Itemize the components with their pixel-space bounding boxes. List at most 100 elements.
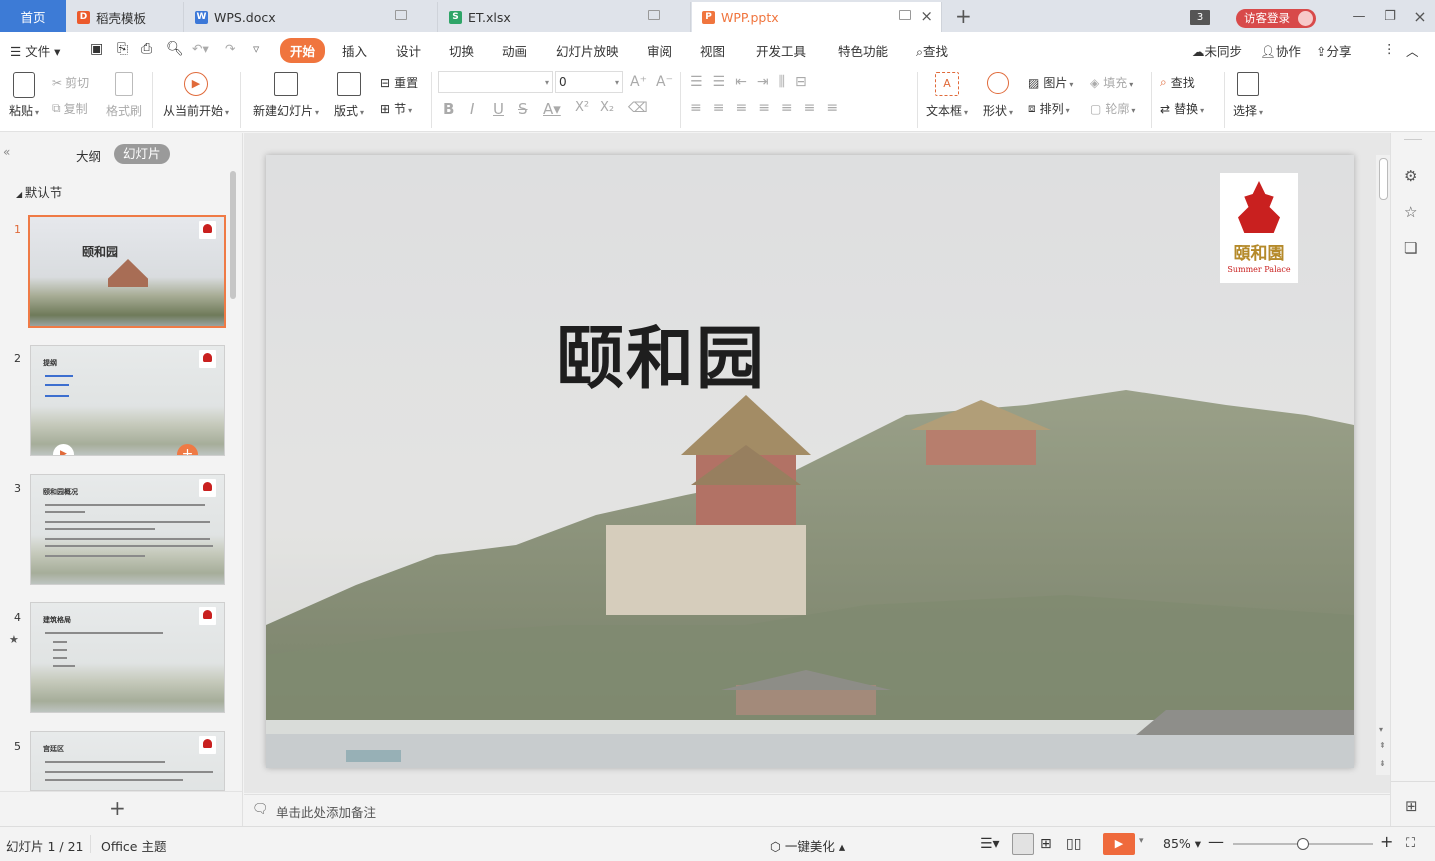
slide-thumbnail-1[interactable]: 颐和园 [28, 215, 226, 328]
bold-icon[interactable]: B [443, 100, 454, 118]
window-count-badge[interactable]: 3 [1190, 10, 1210, 25]
zoom-out-icon[interactable]: — [1208, 832, 1224, 851]
undo-icon[interactable]: ↶▾ [192, 41, 209, 56]
tab-home[interactable]: 首页 [0, 0, 66, 32]
slide-thumbnail-2[interactable]: 提纲 ▶ + [30, 345, 225, 456]
search-button[interactable]: ⌕查找 [916, 41, 948, 60]
tab-transition[interactable]: 切换 [449, 41, 474, 60]
panel-scrollbar[interactable] [230, 171, 236, 299]
find-button[interactable]: ⌕ 查找 [1160, 74, 1195, 91]
slide-thumbnail-3[interactable]: 颐和园概况 [30, 474, 225, 585]
font-size-select[interactable]: 0 ▾ [555, 71, 623, 93]
chat-icon[interactable]: ❏ [1404, 239, 1417, 257]
slideshow-dropdown-icon[interactable]: ▾ [1139, 836, 1144, 846]
prev-slide-icon[interactable]: ⇞ [1379, 741, 1386, 750]
zoom-slider[interactable] [1233, 838, 1373, 850]
slide-thumbnail-5[interactable]: 宫廷区 [30, 731, 225, 791]
minimize-icon[interactable]: — [1344, 0, 1374, 32]
beautify-button[interactable]: ⬡ 一键美化 ▴ [770, 836, 845, 855]
tab-animation[interactable]: 动画 [502, 41, 527, 60]
select-button[interactable]: 选择 [1233, 72, 1263, 119]
slide-thumbnail-4[interactable]: 建筑格局 [30, 602, 225, 713]
tab-design[interactable]: 设计 [396, 41, 421, 60]
restore-icon[interactable]: ❐ [1375, 0, 1405, 32]
cut-button[interactable]: ✂ 剪切 [52, 74, 89, 91]
tab-start[interactable]: 开始 [280, 38, 326, 63]
fill-button[interactable]: ◈ 填充 [1090, 74, 1133, 91]
scrollbar-thumb[interactable] [1379, 158, 1388, 200]
close-window-icon[interactable]: × [1405, 0, 1435, 32]
shape-button[interactable]: 形状 [983, 72, 1013, 119]
export-icon[interactable]: ⎘ [117, 41, 128, 57]
italic-icon[interactable]: I [470, 100, 474, 118]
zoom-slider-knob[interactable] [1297, 838, 1309, 850]
tab-insert[interactable]: 插入 [342, 41, 367, 60]
new-slide-button[interactable]: 新建幻灯片 [253, 72, 319, 119]
tab-developer[interactable]: 开发工具 [756, 41, 806, 60]
fit-window-icon[interactable]: ⛶ [1406, 836, 1415, 851]
clear-format-icon[interactable]: ⌫ [628, 100, 648, 116]
monitor-icon[interactable] [648, 10, 660, 20]
textbox-button[interactable]: A 文本框 [926, 72, 968, 119]
picture-button[interactable]: ▨ 图片 [1028, 74, 1073, 91]
login-button[interactable]: 访客登录 [1236, 9, 1316, 28]
share-button[interactable]: ⇪分享 [1316, 41, 1352, 60]
save-icon[interactable]: ▣ [90, 41, 103, 57]
copy-button[interactable]: ⧉ 复制 [52, 100, 88, 117]
layout-button[interactable]: 版式 [334, 72, 364, 119]
notes-toggle-icon[interactable]: ☰▾ [980, 836, 1000, 852]
decrease-font-icon[interactable]: A⁻ [656, 74, 673, 90]
tab-docer-templates[interactable]: D 稻壳模板 [67, 2, 184, 32]
scroll-down-icon[interactable]: ▾ [1379, 725, 1383, 734]
outline-button[interactable]: ▢ 轮廓 [1090, 100, 1135, 117]
tab-wpp-pptx[interactable]: P WPP.pptx × [692, 2, 942, 32]
section-header[interactable]: ◢ 默认节 [16, 182, 62, 201]
play-from-current-button[interactable]: ▶ 从当前开始 [163, 72, 229, 119]
format-painter-button[interactable]: 格式刷 [106, 72, 142, 119]
tab-wps-docx[interactable]: W WPS.docx [185, 2, 438, 32]
more-icon[interactable]: ⋮ [1383, 41, 1396, 56]
font-color-icon[interactable]: A▾ [543, 100, 561, 118]
collab-button[interactable]: 👤︎协作 [1260, 41, 1301, 60]
collapse-panel-icon[interactable]: « [3, 145, 10, 159]
quick-access-dropdown-icon[interactable]: ▿ [253, 41, 259, 56]
notes-area[interactable]: 🗨︎ 单击此处添加备注 [244, 794, 1390, 826]
collapse-ribbon-icon[interactable]: ︿ [1406, 41, 1419, 60]
increase-font-icon[interactable]: A⁺ [630, 74, 647, 90]
sorter-view-icon[interactable]: ⊞ [1040, 836, 1052, 852]
print-preview-icon[interactable]: 🔍︎ [166, 41, 184, 57]
tab-et-xlsx[interactable]: S ET.xlsx [439, 2, 691, 32]
slide-canvas[interactable]: 頤和園 Summer Palace 颐和园 [266, 155, 1354, 768]
font-family-select[interactable]: ▾ [438, 71, 553, 93]
underline-icon[interactable]: U [493, 100, 504, 118]
reading-view-icon[interactable]: ▯▯ [1066, 836, 1081, 852]
tab-slides[interactable]: 幻灯片 [114, 144, 170, 164]
sync-button[interactable]: ☁未同步 [1192, 41, 1242, 60]
subscript-icon[interactable]: X₂ [600, 100, 614, 115]
slideshow-play-button[interactable]: ▶ [1103, 833, 1135, 855]
print-icon[interactable]: ⎙ [141, 41, 152, 57]
star-icon[interactable]: ☆ [1404, 203, 1417, 221]
zoom-select[interactable]: 85% ▾ [1163, 836, 1201, 851]
section-button[interactable]: ⊞ 节 [380, 100, 412, 117]
tab-review[interactable]: 审阅 [647, 41, 672, 60]
monitor-icon[interactable] [395, 10, 407, 20]
align-icons[interactable]: ≡≡≡≡≡≡≡ [690, 100, 849, 116]
slide-title[interactable]: 颐和园 [556, 303, 766, 402]
next-slide-icon[interactable]: ⇟ [1379, 759, 1386, 768]
paste-button[interactable]: 粘贴 [9, 72, 39, 119]
file-menu[interactable]: ☰ 文件 ▾ [10, 41, 60, 60]
tab-outline[interactable]: 大纲 [76, 146, 101, 165]
close-tab-icon[interactable]: × [920, 7, 933, 25]
redo-icon[interactable]: ↷ [225, 41, 235, 56]
zoom-in-icon[interactable]: + [1380, 832, 1393, 851]
tab-features[interactable]: 特色功能 [838, 41, 888, 60]
replace-button[interactable]: ⇄ 替换 [1160, 100, 1204, 117]
strikethrough-icon[interactable]: S [518, 100, 528, 118]
grid-icon[interactable]: ⊞ [1405, 797, 1418, 815]
editor-scrollbar[interactable]: ▾ ⇞ ⇟ [1376, 155, 1390, 775]
tab-slideshow[interactable]: 幻灯片放映 [556, 41, 619, 60]
arrange-button[interactable]: ⧈ 排列 [1028, 100, 1070, 117]
properties-icon[interactable]: ⚙ [1404, 167, 1417, 185]
add-slide-icon[interactable]: + [109, 796, 126, 820]
